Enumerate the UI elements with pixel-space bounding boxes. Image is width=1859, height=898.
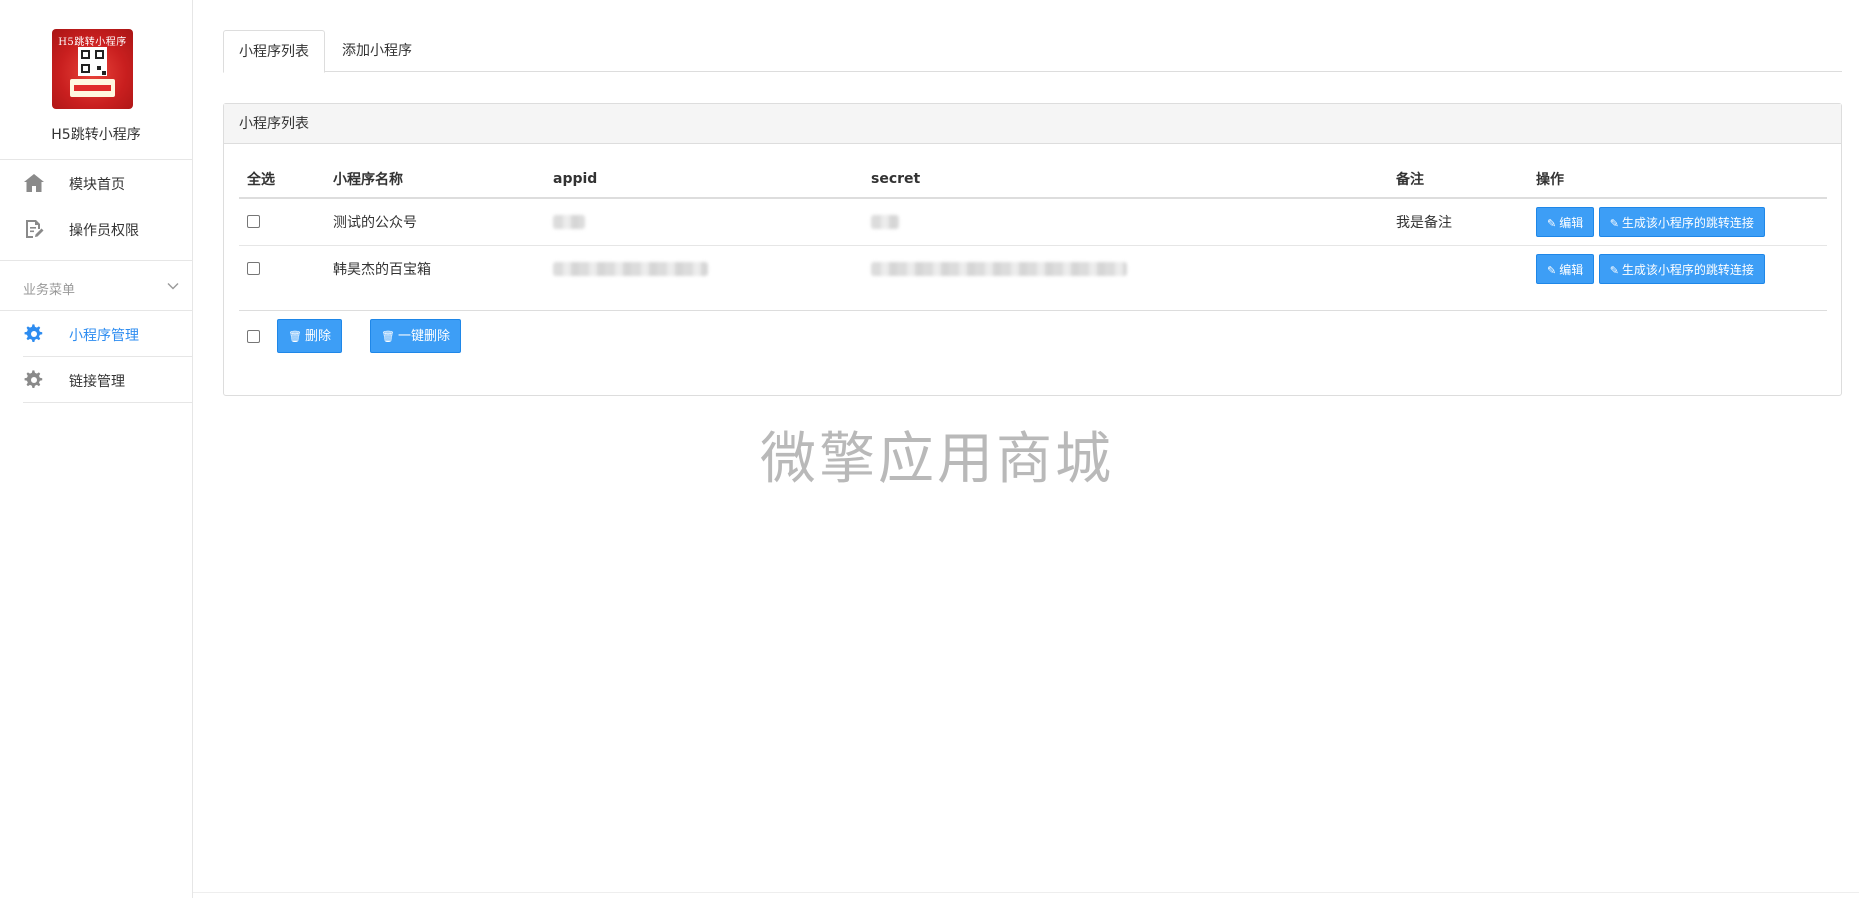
sidebar: H5跳转小程序 H5跳转小程序 模块首页 操作员权限 业务菜单 小程序管理 链接… bbox=[0, 0, 193, 898]
sidebar-item-module-home[interactable]: 模块首页 bbox=[0, 160, 192, 206]
trash-icon: 🗑 bbox=[381, 330, 395, 343]
row-note: 我是备注 bbox=[1388, 198, 1528, 246]
tab-miniprogram-list[interactable]: 小程序列表 bbox=[223, 30, 325, 73]
app-name: H5跳转小程序 bbox=[51, 127, 141, 143]
sidebar-item-label: 小程序管理 bbox=[69, 328, 139, 344]
bottom-divider bbox=[193, 892, 1859, 893]
gear-icon bbox=[24, 370, 43, 388]
row-name: 韩昊杰的百宝箱 bbox=[333, 261, 431, 278]
edit-button[interactable]: ✎ 编辑 bbox=[1536, 253, 1595, 284]
sidebar-section-business-menu[interactable]: 业务菜单 bbox=[0, 261, 192, 311]
logo-title: H5跳转小程序 bbox=[58, 37, 127, 48]
sidebar-item-miniprogram-management[interactable]: 小程序管理 bbox=[23, 311, 192, 357]
logo-card-graphic bbox=[70, 79, 115, 97]
edit-icon: ✎ bbox=[1547, 216, 1557, 230]
generate-link-button[interactable]: ✎ 生成该小程序的跳转连接 bbox=[1598, 253, 1765, 284]
table-footer-divider bbox=[239, 310, 1827, 311]
sidebar-item-label: 链接管理 bbox=[69, 374, 125, 390]
row-checkbox[interactable] bbox=[247, 215, 260, 229]
row-name: 测试的公众号 bbox=[325, 198, 545, 246]
select-all-checkbox[interactable] bbox=[247, 330, 260, 343]
tab-bar: 小程序列表 添加小程序 bbox=[223, 30, 1842, 73]
row-appid-redacted bbox=[553, 214, 585, 229]
sidebar-item-link-management[interactable]: 链接管理 bbox=[23, 357, 192, 403]
qr-code-icon bbox=[78, 47, 107, 76]
row-checkbox[interactable] bbox=[247, 262, 260, 276]
row-appid-redacted bbox=[553, 261, 708, 276]
document-edit-icon bbox=[26, 220, 44, 238]
watermark-text: 微擎应用商城 bbox=[760, 427, 1114, 492]
home-icon bbox=[24, 174, 44, 192]
row-secret-redacted bbox=[871, 261, 1127, 276]
sidebar-brand: H5跳转小程序 H5跳转小程序 bbox=[0, 0, 192, 160]
sidebar-section-items: 小程序管理 链接管理 bbox=[0, 311, 192, 403]
delete-button[interactable]: 🗑 删除 bbox=[277, 319, 342, 353]
sidebar-item-label: 操作员权限 bbox=[69, 223, 139, 239]
panel-title: 小程序列表 bbox=[224, 104, 1841, 144]
app-root: H5跳转小程序 H5跳转小程序 模块首页 操作员权限 业务菜单 小程序管理 链接… bbox=[0, 0, 1859, 898]
row-note bbox=[1388, 245, 1528, 292]
column-header-appid: appid bbox=[545, 160, 863, 199]
miniprogram-table: 全选 小程序名称 appid secret 备注 操作 测试的公众号 我是备注 … bbox=[239, 160, 1827, 292]
edit-button[interactable]: ✎ 编辑 bbox=[1536, 206, 1595, 237]
row-secret-redacted bbox=[871, 214, 899, 229]
column-header-note: 备注 bbox=[1388, 160, 1528, 199]
table-row: 韩昊杰的百宝箱 ✎ 编辑 ✎ 生成该小程序的跳转连接 bbox=[239, 245, 1827, 292]
trash-icon: 🗑 bbox=[288, 330, 302, 343]
column-header-actions: 操作 bbox=[1528, 160, 1827, 199]
sidebar-item-operator-permissions[interactable]: 操作员权限 bbox=[0, 206, 192, 252]
section-label: 业务菜单 bbox=[23, 283, 76, 298]
table-header-row: 全选 小程序名称 appid secret 备注 操作 bbox=[239, 160, 1827, 199]
app-logo: H5跳转小程序 bbox=[52, 29, 133, 109]
sidebar-item-label: 模块首页 bbox=[69, 177, 125, 193]
edit-icon: ✎ bbox=[1609, 216, 1619, 230]
gear-icon bbox=[24, 324, 43, 342]
column-header-select-all[interactable]: 全选 bbox=[239, 160, 325, 199]
chevron-down-icon bbox=[167, 283, 179, 290]
generate-link-button[interactable]: ✎ 生成该小程序的跳转连接 bbox=[1598, 206, 1765, 237]
column-header-name: 小程序名称 bbox=[325, 160, 545, 199]
table-row: 测试的公众号 我是备注 ✎ 编辑 ✎ 生成该小程序的跳转连接 bbox=[239, 198, 1827, 246]
tab-add-miniprogram[interactable]: 添加小程序 bbox=[327, 30, 427, 72]
edit-icon: ✎ bbox=[1609, 263, 1619, 277]
edit-icon: ✎ bbox=[1547, 263, 1557, 277]
bulk-delete-button[interactable]: 🗑 一键删除 bbox=[370, 319, 461, 353]
miniprogram-list-panel: 小程序列表 全选 小程序名称 appid secret 备注 操作 测试的公众号… bbox=[223, 103, 1842, 396]
column-header-secret: secret bbox=[863, 160, 1388, 199]
